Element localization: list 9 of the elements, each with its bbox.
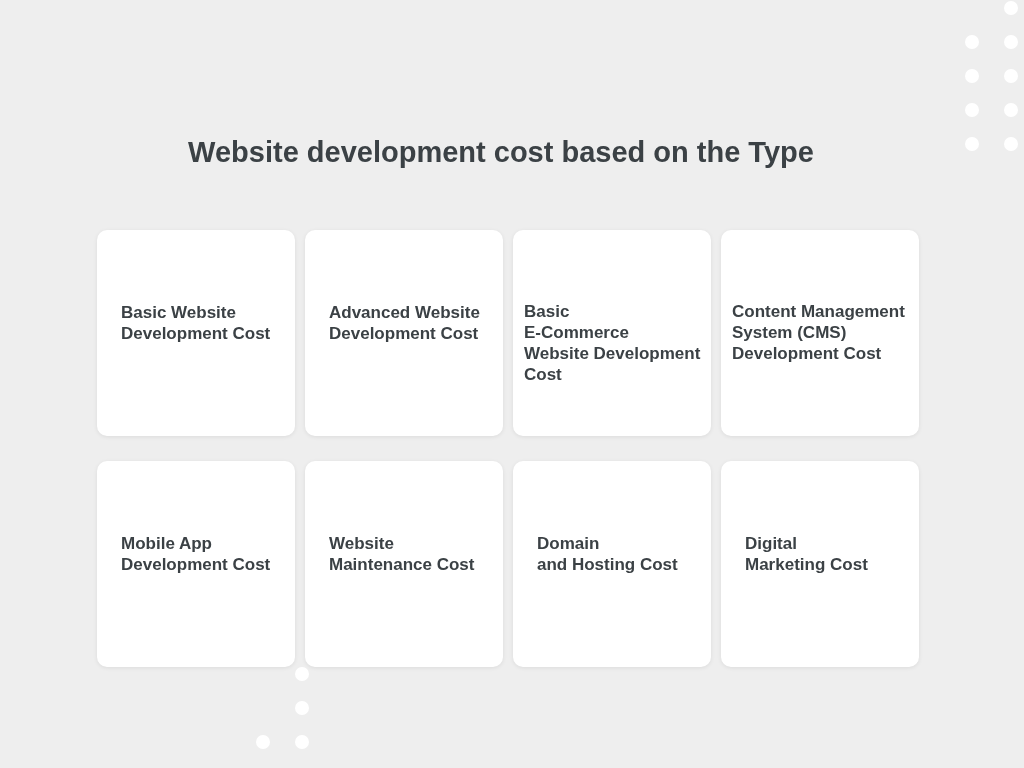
card-label: Mobile App Development Cost <box>121 533 271 575</box>
card-label: Digital Marketing Cost <box>745 533 868 575</box>
page-title: Website development cost based on the Type <box>188 135 814 170</box>
card-label: Basic E-Commerce Website Development Cost <box>524 301 701 385</box>
card-label: Website Maintenance Cost <box>329 533 475 575</box>
card-label: Advanced Website Development Cost <box>329 302 480 344</box>
card-label: Content Management System (CMS) Development Cost <box>732 301 905 364</box>
card-label: Domain and Hosting Cost <box>537 533 678 575</box>
card-label: Basic Website Development Cost <box>121 302 271 344</box>
